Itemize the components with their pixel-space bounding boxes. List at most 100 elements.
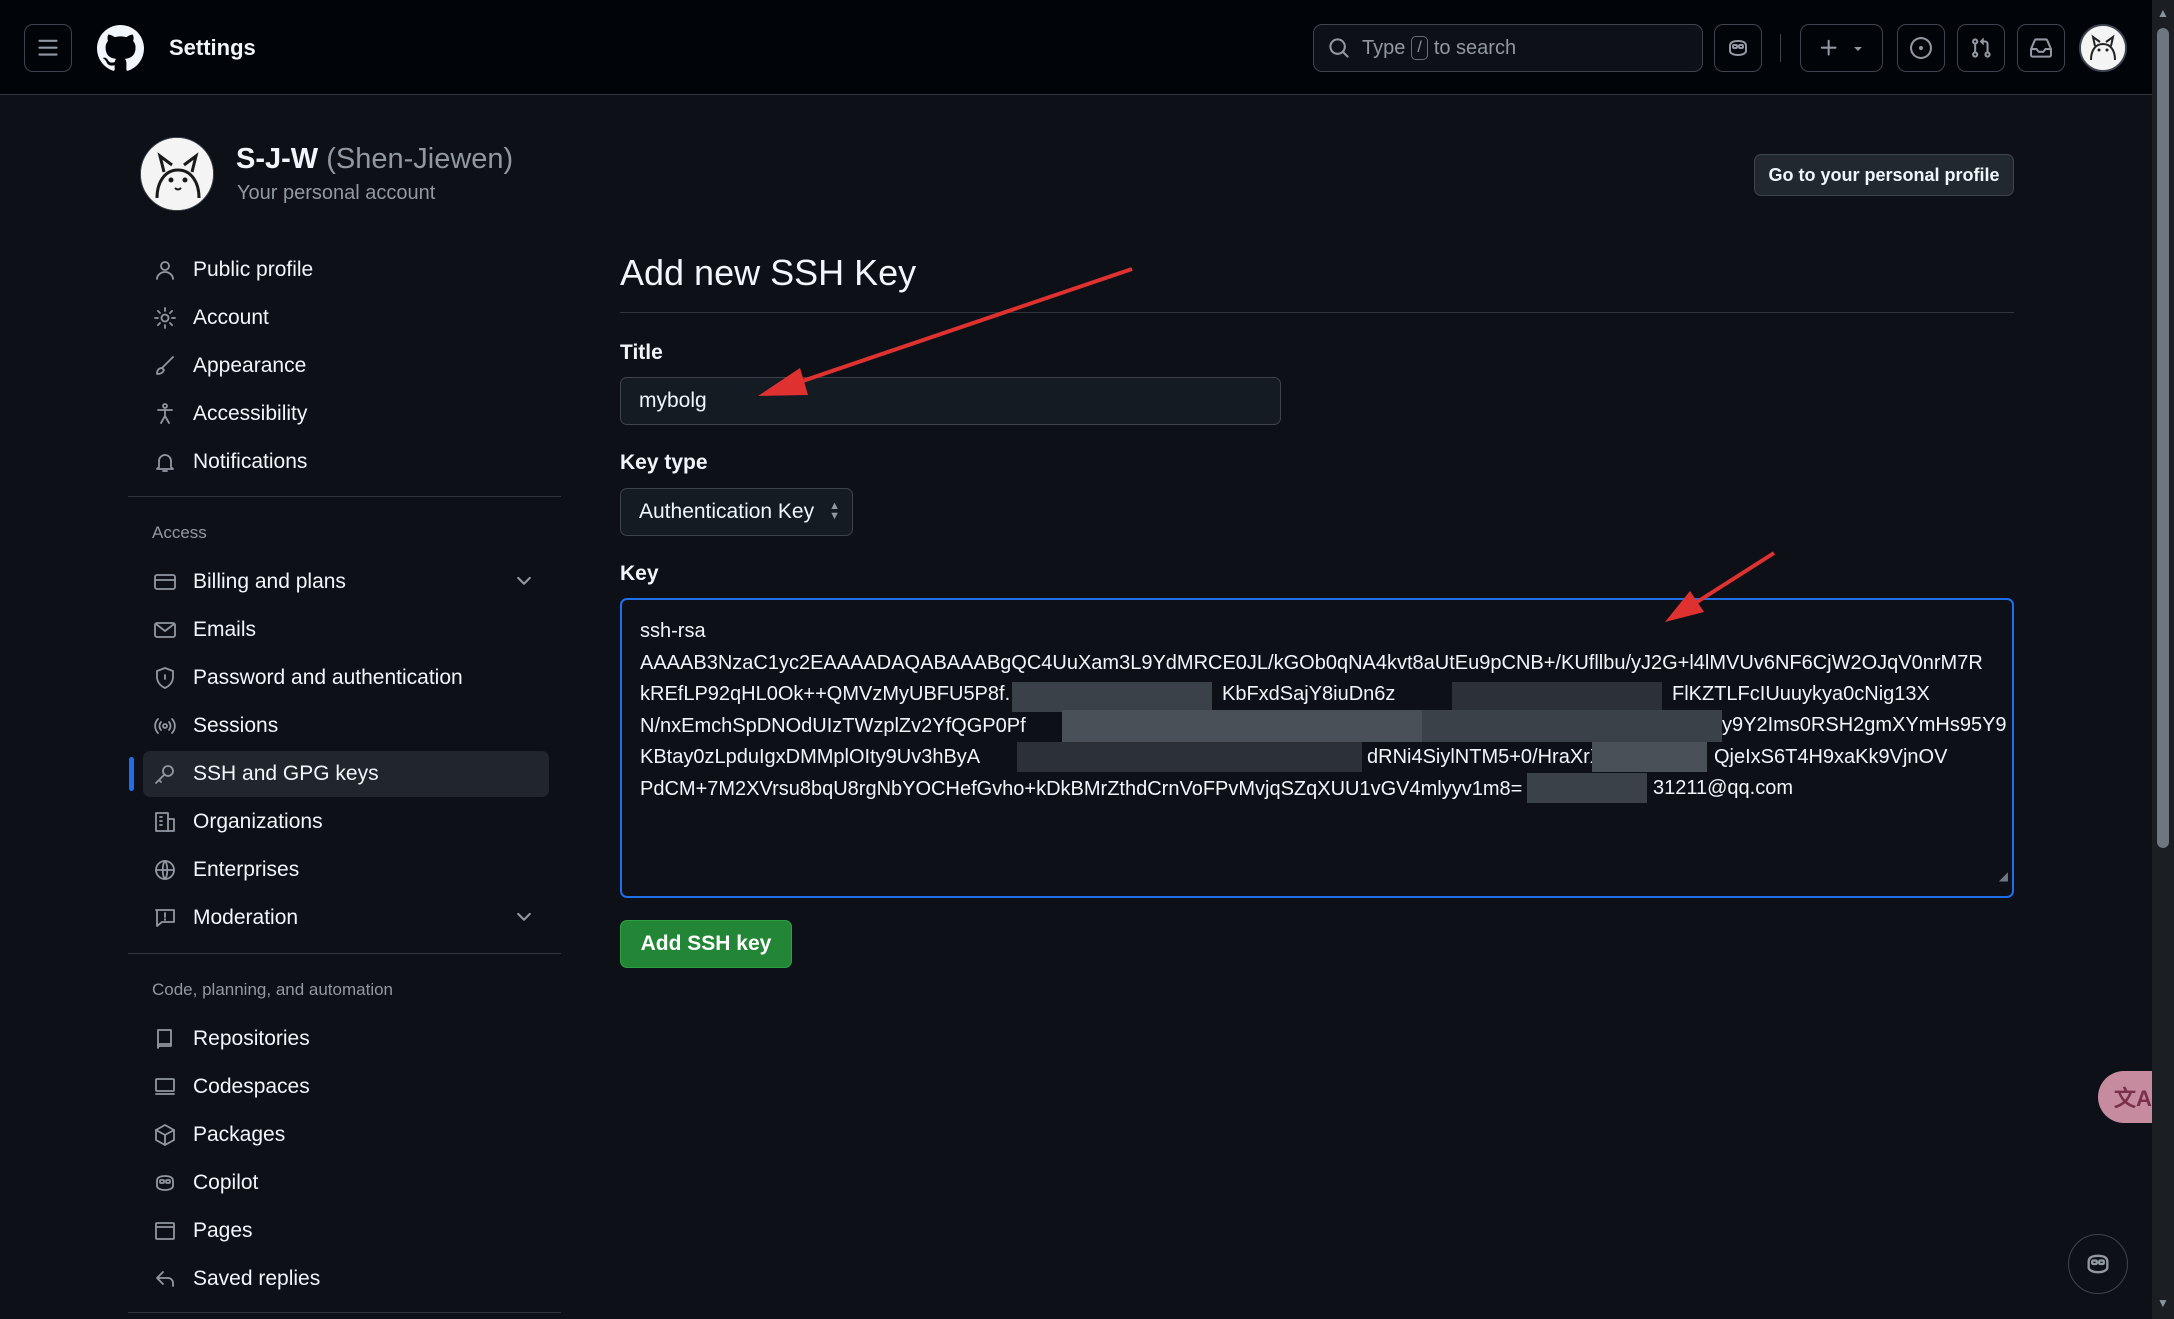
search-placeholder-suffix: to search — [1433, 36, 1517, 59]
report-icon — [153, 906, 177, 930]
sidebar-item-label: Account — [193, 306, 269, 329]
title-input[interactable]: mybolg — [620, 377, 1281, 425]
sidebar-item-label: Public profile — [193, 258, 314, 281]
key-line-start: PdCM+7M2XVrsu8bqU8rgNbYOCHefGvho+kDkBMrZ… — [640, 777, 1523, 800]
sidebar-item-label: Pages — [193, 1219, 253, 1242]
sidebar-item-notifications[interactable]: Notifications — [143, 439, 549, 485]
shield-icon — [153, 666, 177, 690]
sidebar-item-label: Codespaces — [193, 1075, 310, 1098]
select-arrows-icon: ▲ ▼ — [829, 500, 840, 522]
sidebar-item-saved-replies[interactable]: Saved replies — [143, 1256, 549, 1302]
person-icon — [153, 258, 177, 282]
sidebar-item-billing-and-plans[interactable]: Billing and plans — [143, 559, 549, 605]
form-heading: Add new SSH Key — [620, 252, 917, 293]
sidebar-item-enterprises[interactable]: Enterprises — [143, 847, 549, 893]
scroll-down-icon[interactable]: ▼ — [2157, 1296, 2169, 1310]
sidebar-item-emails[interactable]: Emails — [143, 607, 549, 653]
redaction-block — [1062, 710, 1422, 742]
keytype-select[interactable]: Authentication Key ▲ ▼ — [620, 488, 853, 536]
issues-button[interactable] — [1897, 24, 1945, 72]
sidebar-item-password-and-authentication[interactable]: Password and authentication — [143, 655, 549, 701]
chevron-down-icon[interactable] — [513, 570, 535, 598]
sidebar-item-public-profile[interactable]: Public profile — [143, 247, 549, 293]
search-placeholder-text: Type — [1362, 36, 1406, 59]
sidebar-item-label: Password and authentication — [193, 666, 463, 689]
sidebar-item-label: SSH and GPG keys — [193, 762, 379, 785]
title-input-value: mybolg — [639, 389, 707, 412]
redaction-block — [1422, 710, 1722, 742]
sidebar-item-label: Billing and plans — [193, 570, 346, 593]
global-header: Settings Type / to search — [0, 0, 2152, 95]
sidebar-item-moderation[interactable]: Moderation — [143, 895, 549, 941]
resize-handle-icon[interactable]: ◢ — [1999, 861, 2008, 893]
account-full-name: (Shen-Jiewen) — [326, 143, 514, 175]
sidebar-item-label: Enterprises — [193, 858, 300, 881]
inbox-button[interactable] — [2017, 24, 2065, 72]
sidebar-item-label: Appearance — [193, 354, 307, 377]
add-ssh-key-button[interactable]: Add SSH key — [620, 920, 792, 968]
sidebar-item-organizations[interactable]: Organizations — [143, 799, 549, 845]
bell-icon — [153, 450, 177, 474]
key-fragment: QjeIxS6T4H9xaKk9VjnOV — [1714, 746, 1948, 768]
sidebar-item-account[interactable]: Account — [143, 295, 549, 341]
sidebar-item-copilot[interactable]: Copilot — [143, 1160, 549, 1206]
menu-button[interactable] — [24, 24, 72, 72]
sidebar-item-label: Organizations — [193, 810, 323, 833]
sidebar-item-ssh-and-gpg-keys[interactable]: SSH and GPG keys — [143, 751, 549, 797]
git-pull-request-icon — [1972, 37, 1991, 58]
translate-button[interactable]: 文A — [2098, 1071, 2160, 1123]
account-avatar[interactable] — [140, 137, 214, 211]
sidebar-item-accessibility[interactable]: Accessibility — [143, 391, 549, 437]
search-input[interactable]: Type / to search — [1313, 24, 1703, 72]
sidebar-item-appearance[interactable]: Appearance — [143, 343, 549, 389]
scrollbar-thumb[interactable] — [2157, 28, 2169, 848]
credit-card-icon — [153, 570, 177, 594]
redaction-block — [1527, 773, 1647, 803]
package-icon — [153, 1123, 177, 1147]
create-new-button[interactable] — [1800, 24, 1883, 72]
plus-icon — [1820, 39, 1837, 56]
key-line-start: KBtay0zLpduIgxDMMplOIty9Uv3hByA — [640, 746, 981, 768]
key-fragment: FlKZTLFcIUuuykya0cNig13X — [1672, 683, 1930, 705]
sidebar-item-sessions[interactable]: Sessions — [143, 703, 549, 749]
sidebar-item-repositories[interactable]: Repositories — [143, 1016, 549, 1062]
key-line: AAAAB3NzaC1yc2EAAAADAQABAAABgQC4UuXam3L9… — [640, 651, 1983, 674]
copilot-icon — [2087, 1254, 2109, 1274]
sidebar-item-label: Emails — [193, 618, 257, 641]
key-textarea[interactable]: ssh-rsa AAAAB3NzaC1yc2EAAAADAQABAAABgQC4… — [620, 598, 2014, 898]
hamburger-icon — [38, 39, 58, 56]
codespaces-icon — [153, 1075, 177, 1099]
account-subtitle: Your personal account — [237, 182, 436, 204]
sidebar-item-packages[interactable]: Packages — [143, 1112, 549, 1158]
copilot-chat-button[interactable] — [2068, 1234, 2128, 1294]
sidebar-item-codespaces[interactable]: Codespaces — [143, 1064, 549, 1110]
go-to-profile-button[interactable]: Go to your personal profile — [1754, 154, 2014, 196]
sidebar-item-label: Accessibility — [193, 402, 308, 425]
active-indicator — [129, 757, 134, 791]
key-fragment: KbFxdSajY8iuDn6z — [1222, 683, 1396, 705]
cat-avatar-icon — [141, 138, 213, 210]
redaction-block — [1452, 682, 1662, 712]
scroll-up-icon[interactable]: ▲ — [2157, 6, 2169, 20]
page-scrollbar[interactable]: ▲ ▼ — [2152, 0, 2174, 1319]
account-name: S-J-W (Shen-Jiewen) — [236, 143, 513, 176]
globe-icon — [153, 858, 177, 882]
github-logo-icon[interactable] — [97, 25, 144, 72]
key-line-start: N/nxEmchSpDNOdUIzTWzplZv2YfQGP0Pf — [640, 714, 1026, 737]
issue-opened-icon — [1910, 37, 1932, 59]
chevron-down-icon[interactable] — [513, 906, 535, 934]
account-username[interactable]: S-J-W — [236, 143, 318, 175]
sidebar-item-label: Saved replies — [193, 1267, 321, 1290]
accessibility-icon — [153, 402, 177, 426]
key-fragment: 31211@qq.com — [1653, 777, 1794, 799]
cat-avatar-icon — [2081, 26, 2125, 70]
copilot-button[interactable] — [1714, 24, 1762, 72]
sidebar-item-pages[interactable]: Pages — [143, 1208, 549, 1254]
redaction-block — [1012, 682, 1212, 712]
pull-requests-button[interactable] — [1957, 24, 2005, 72]
sidebar-section-heading: Access — [152, 523, 207, 542]
title-label: Title — [620, 341, 663, 364]
user-avatar[interactable] — [2079, 24, 2127, 72]
header-title[interactable]: Settings — [169, 35, 256, 61]
keytype-label: Key type — [620, 451, 708, 474]
